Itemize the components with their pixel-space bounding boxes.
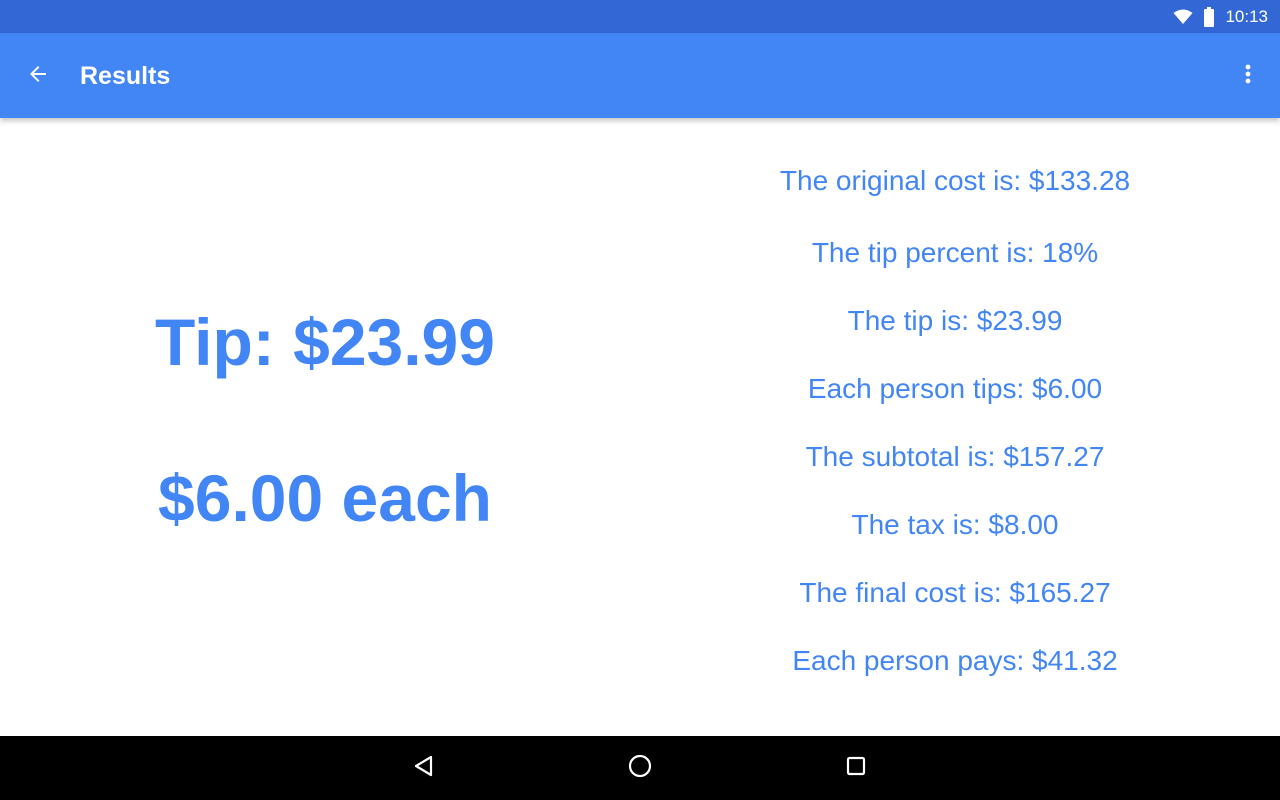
- battery-icon: [1203, 6, 1215, 27]
- final-cost-line: The final cost is: $165.27: [799, 577, 1111, 608]
- page-title: Results: [80, 62, 171, 90]
- back-button[interactable]: [16, 54, 60, 98]
- each-pays-line: Each person pays: $41.32: [792, 645, 1118, 676]
- app-bar: Results: [0, 33, 1280, 118]
- nav-home-button[interactable]: [618, 746, 662, 790]
- nav-back-button[interactable]: [402, 746, 446, 790]
- subtotal-line: The subtotal is: $157.27: [805, 441, 1105, 472]
- back-triangle-icon: [412, 754, 436, 783]
- more-vert-icon: [1244, 62, 1252, 91]
- tax-line: The tax is: $8.00: [851, 509, 1059, 540]
- nav-recents-button[interactable]: [834, 746, 878, 790]
- tip-percent-line: The tip percent is: 18%: [811, 237, 1099, 268]
- recents-square-icon: [844, 754, 868, 783]
- original-cost-line: The original cost is: $133.28: [779, 165, 1131, 196]
- results-content: Tip: $23.99 $6.00 each The original cost…: [0, 118, 1280, 736]
- wifi-icon: [1173, 9, 1193, 25]
- status-bar: 10:13: [0, 0, 1280, 33]
- tip-total-text: Tip: $23.99: [155, 305, 495, 379]
- tip-each-text: $6.00 each: [158, 461, 492, 535]
- home-circle-icon: [627, 753, 653, 784]
- tip-amount-line: The tip is: $23.99: [847, 305, 1063, 336]
- status-icons: 10:13: [1173, 0, 1268, 33]
- navigation-bar: [0, 736, 1280, 800]
- status-time: 10:13: [1225, 6, 1268, 26]
- overflow-menu-button[interactable]: [1232, 54, 1264, 98]
- each-tip-line: Each person tips: $6.00: [807, 373, 1103, 404]
- arrow-back-icon: [26, 62, 50, 91]
